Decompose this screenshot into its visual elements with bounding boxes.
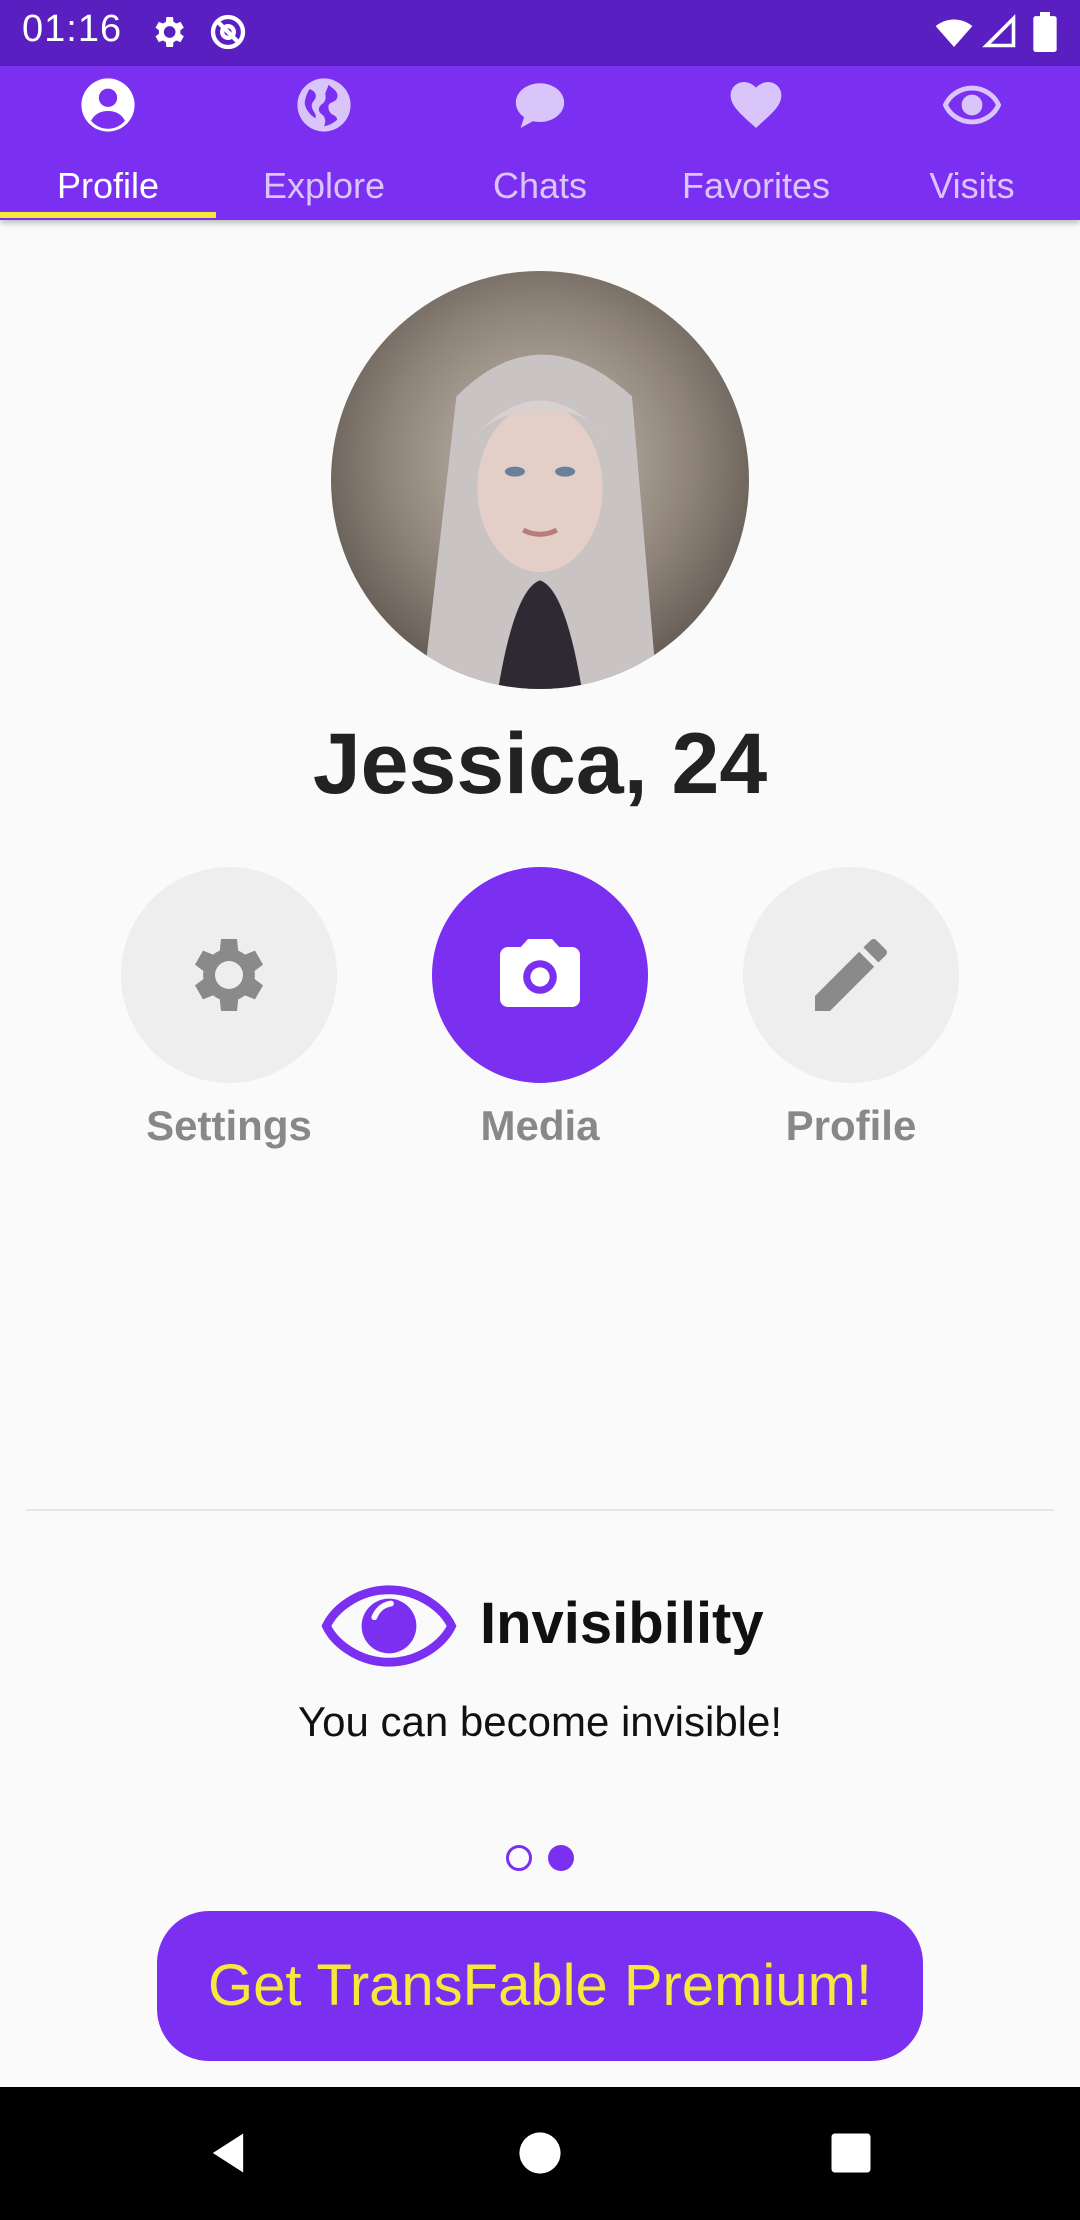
tab-bar: Profile Explore Chats Favorites Visits [0,66,1080,220]
back-icon[interactable] [202,2127,254,2179]
feature-description: You can become invisible! [297,1698,783,1745]
signal-icon [982,14,1016,48]
camera-icon [500,939,580,1007]
battery-icon [1033,12,1057,52]
tab-label: Favorites [681,165,831,206]
tab-profile[interactable]: Profile [0,66,216,220]
pencil-icon [815,939,887,1011]
tab-chats[interactable]: Chats [432,66,648,220]
divider [26,1509,1054,1511]
page-indicator-dot[interactable] [506,1845,532,1871]
active-tab-indicator [0,212,216,218]
tab-label: Profile [56,165,160,206]
profile-name-age: Jessica, 24 [312,716,768,812]
system-nav-bar [0,2087,1080,2220]
status-time: 01:16 [22,8,123,50]
feature-title: Invisibility [480,1591,764,1656]
media-label: Media [480,1102,600,1149]
globe-icon [297,78,351,132]
tab-label: Chats [492,165,588,206]
gear-icon [195,939,263,1011]
eye-icon [321,1585,457,1667]
edit-profile-button[interactable] [743,867,959,1083]
user-circle-icon [81,78,135,132]
get-premium-button[interactable]: Get TransFable Premium! [157,1911,923,2061]
heart-icon [730,82,782,128]
avatar-image [331,271,749,689]
tab-label: Visits [929,165,1015,206]
settings-button[interactable] [121,867,337,1083]
wifi-icon [935,19,973,47]
home-icon[interactable] [514,2127,566,2179]
profile-label: Profile [785,1102,917,1149]
tab-label: Explore [262,165,386,206]
page-indicator-dot-active[interactable] [548,1845,574,1871]
settings-label: Settings [146,1102,312,1149]
recents-icon[interactable] [825,2127,877,2179]
eye-icon [943,85,1001,125]
tab-explore[interactable]: Explore [216,66,432,220]
media-button[interactable] [432,867,648,1083]
status-bar: 01:16 [0,0,1080,66]
profile-photo[interactable] [331,271,749,689]
chat-bubble-icon [515,83,565,128]
tab-favorites[interactable]: Favorites [648,66,864,220]
at-sign-icon [210,14,246,50]
tab-visits[interactable]: Visits [864,66,1080,220]
settings-icon [155,17,184,47]
